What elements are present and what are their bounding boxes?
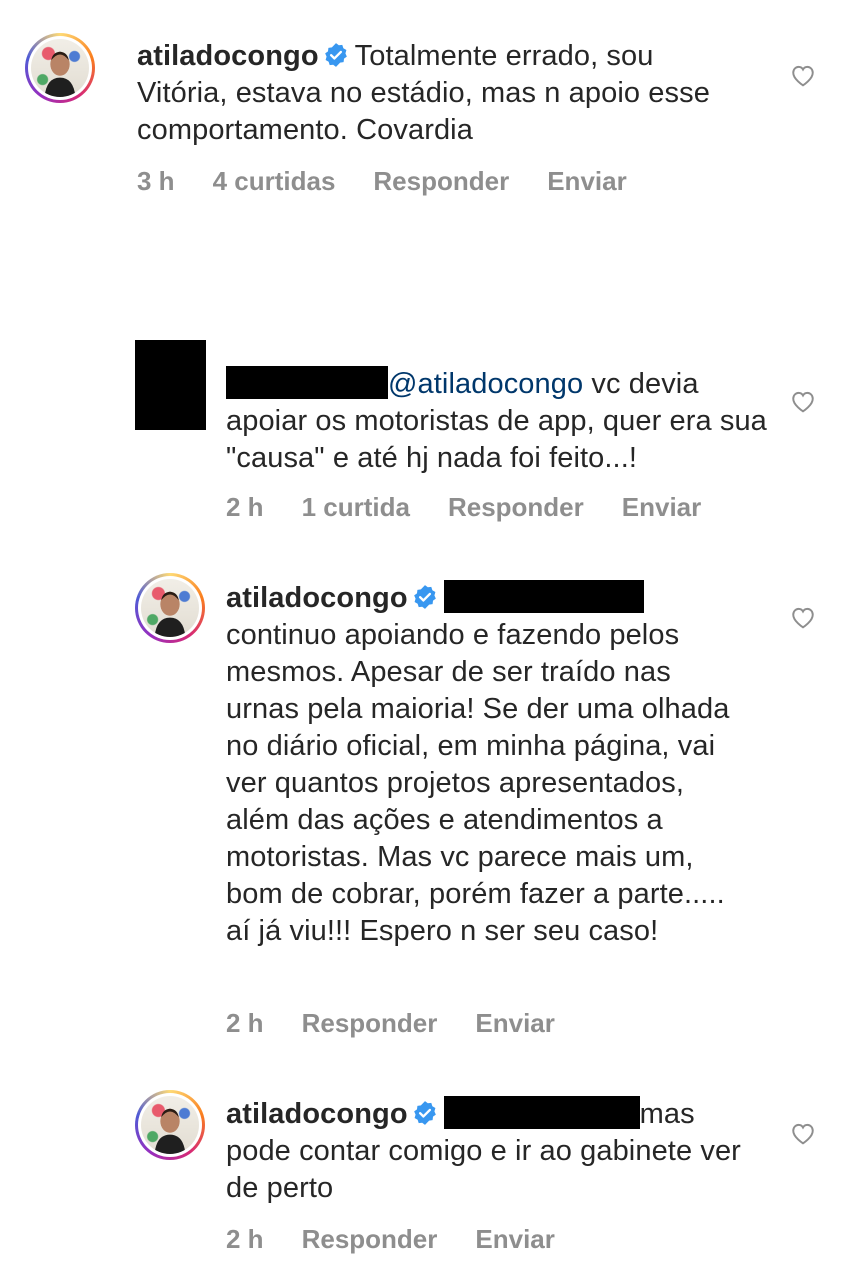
reply-button[interactable]: Responder xyxy=(448,492,584,522)
avatar[interactable] xyxy=(135,1090,205,1160)
timestamp: 3 h xyxy=(137,166,175,196)
comment-text: apoiar os motoristas de app, quer era su… xyxy=(226,405,767,474)
username[interactable]: atiladocongo xyxy=(226,1098,408,1130)
verified-badge-icon xyxy=(413,1101,436,1125)
likes-count[interactable]: 1 curtida xyxy=(302,492,410,522)
redacted-mention xyxy=(443,1096,640,1129)
timestamp: 2 h xyxy=(226,1008,264,1038)
username[interactable]: atiladocongo xyxy=(226,582,408,614)
comment-body: atiladocongo Totalmente errado, sou Vitór… xyxy=(137,38,737,149)
send-button[interactable]: Enviar xyxy=(475,1008,555,1038)
avatar[interactable] xyxy=(25,33,95,103)
comment-body: @atiladocongo vc devia apoiar os motorist… xyxy=(226,366,786,477)
verified-badge-icon xyxy=(324,43,347,67)
heart-outline-icon[interactable] xyxy=(790,1121,816,1145)
username[interactable]: atiladocongo xyxy=(137,40,319,72)
send-button[interactable]: Enviar xyxy=(475,1224,555,1254)
comment-body: atiladocongo mas pode contar comigo e ir a… xyxy=(226,1096,756,1207)
reply-button[interactable]: Responder xyxy=(302,1008,438,1038)
comment-text-first: vc devia xyxy=(583,368,699,400)
comment-text: pode contar comigo e ir ao gabinete ver … xyxy=(226,1135,741,1204)
send-button[interactable]: Enviar xyxy=(547,166,627,196)
redacted-mention xyxy=(443,580,644,613)
avatar[interactable] xyxy=(135,573,205,643)
send-button[interactable]: Enviar xyxy=(622,492,702,522)
verified-badge-icon xyxy=(413,585,436,609)
comment-meta: 2 h 1 curtida Responder Enviar xyxy=(226,492,739,523)
likes-count[interactable]: 4 curtidas xyxy=(213,166,336,196)
comment-meta: 2 h Responder Enviar xyxy=(226,1224,593,1255)
heart-outline-icon[interactable] xyxy=(790,605,816,629)
comment-meta: 2 h Responder Enviar xyxy=(226,1008,593,1039)
timestamp: 2 h xyxy=(226,1224,264,1254)
comment-text: continuo apoiando e fazendo pelos mesmos… xyxy=(226,619,730,947)
reply-button[interactable]: Responder xyxy=(302,1224,438,1254)
timestamp: 2 h xyxy=(226,492,264,522)
comment-meta: 3 h 4 curtidas Responder Enviar xyxy=(137,166,665,197)
comment-text-first: mas xyxy=(639,1098,695,1130)
heart-outline-icon[interactable] xyxy=(790,63,816,87)
heart-outline-icon[interactable] xyxy=(790,389,816,413)
comment-body: atiladocongo continuo apoiando e fazendo … xyxy=(226,580,746,950)
mention-link[interactable]: @atiladocongo xyxy=(388,368,583,400)
avatar-redacted[interactable] xyxy=(135,340,206,430)
redacted-username xyxy=(226,366,388,399)
reply-button[interactable]: Responder xyxy=(373,166,509,196)
